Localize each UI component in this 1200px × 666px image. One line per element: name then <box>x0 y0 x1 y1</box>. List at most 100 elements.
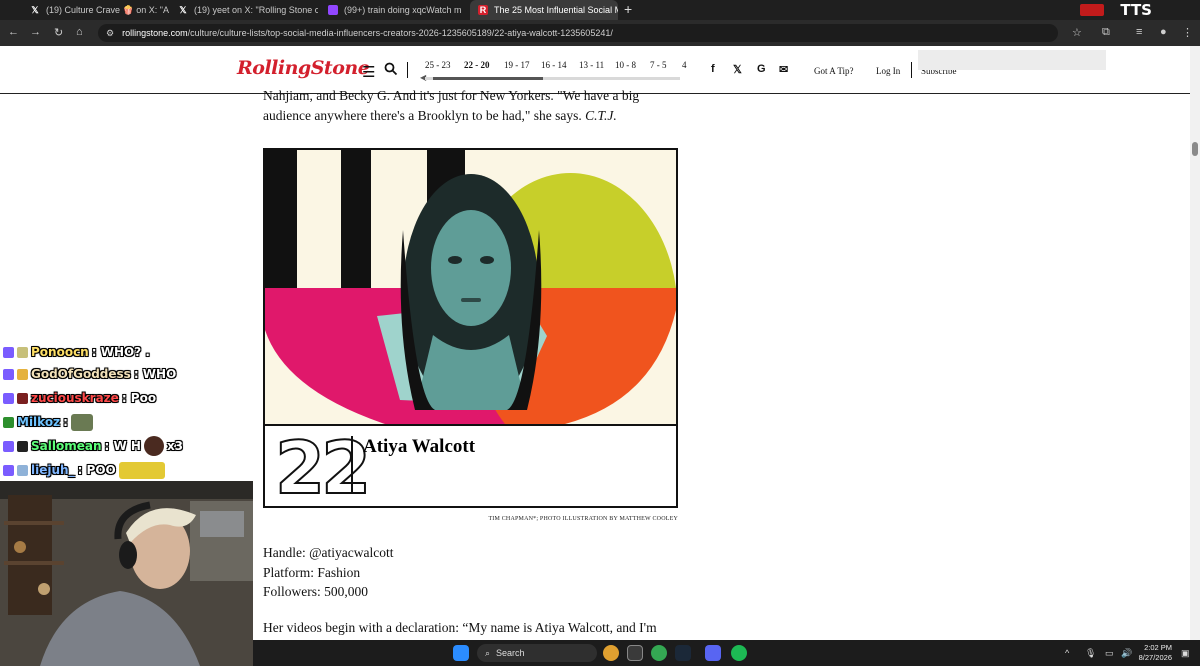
discord-icon[interactable] <box>705 645 721 661</box>
got-a-tip-link[interactable]: Got A Tip? <box>814 66 854 76</box>
browser-tab-rolling-stone[interactable]: R The 25 Most Influential Social M ✕ <box>470 0 618 20</box>
profile-avatar-icon[interactable]: ● <box>1160 26 1167 38</box>
steam-icon[interactable] <box>675 645 691 661</box>
url-host: rollingstone.com <box>122 28 188 38</box>
influencer-name: Atiya Walcott <box>363 436 476 457</box>
ad-placeholder <box>918 50 1106 70</box>
photo-illustration[interactable] <box>265 150 676 424</box>
log-in-link[interactable]: Log In <box>876 66 900 76</box>
x-logo-icon[interactable]: 𝕏 <box>733 63 742 76</box>
followers-line: Followers: 500,000 <box>263 584 369 599</box>
url-path: /culture/culture-lists/top-social-media-… <box>187 28 613 38</box>
forward-arrow-icon[interactable]: → <box>30 26 41 38</box>
extensions-icon[interactable]: ⧉ <box>1102 26 1110 39</box>
range-item[interactable]: 4 <box>682 60 687 70</box>
chat-emote-icon <box>70 413 93 431</box>
rolling-stone-icon: R <box>478 5 488 15</box>
back-arrow-icon[interactable]: ← <box>8 26 19 38</box>
chat-message: liejuh_: POO <box>3 460 165 480</box>
range-item[interactable]: 13 - 11 <box>579 60 604 70</box>
article-paragraph: Her videos begin with a declaration: “My… <box>263 620 657 635</box>
browser-tab-culture-crave[interactable]: 𝕏 (19) Culture Crave 🍿 on X: "A ✕ <box>22 0 170 20</box>
widgets-icon[interactable] <box>603 645 619 661</box>
rank-caption: 22 Atiya Walcott <box>265 424 676 510</box>
new-tab-button[interactable]: + <box>624 1 632 17</box>
page-scrollbar[interactable] <box>1190 46 1200 640</box>
search-icon: ⌕ <box>485 647 491 658</box>
streamer-webcam <box>0 481 253 666</box>
browser-toolbar: ← → ↻ ⌂ ⚙ rollingstone.com/culture/cultu… <box>0 20 1200 46</box>
microphone-icon[interactable]: 🎙 <box>1085 648 1096 659</box>
close-tab-icon[interactable]: ✕ <box>467 5 468 16</box>
search-icon[interactable] <box>384 62 398 76</box>
chat-badge-icon <box>17 464 28 476</box>
home-icon[interactable]: ⌂ <box>76 26 83 38</box>
chat-badge-icon <box>3 440 14 452</box>
chat-message: GodOfGoddess: WHO <box>3 364 176 384</box>
range-item[interactable]: 25 - 23 <box>425 60 451 70</box>
notification-icon[interactable]: ▣ <box>1181 648 1190 659</box>
twitch-icon <box>328 5 338 15</box>
chat-badge-icon <box>3 346 14 358</box>
chat-emote-icon <box>118 461 165 479</box>
tray-chevron-icon[interactable]: ^ <box>1065 648 1069 658</box>
page-scrollbar-thumb[interactable] <box>1192 142 1198 156</box>
menu-kebab-icon[interactable]: ⋮ <box>1182 26 1193 39</box>
rolling-stone-logo[interactable]: RollingStone <box>237 57 370 79</box>
chat-badge-icon <box>3 464 14 476</box>
windows-taskbar: ⌕ Search ^ 🎙 ▭ 🔊 2:02 PM 8/27/2026 ▣ <box>253 640 1200 666</box>
range-item-active[interactable]: 22 - 20 <box>464 60 490 70</box>
handle-line: Handle: @atiyacwalcott <box>263 545 394 560</box>
chrome-icon[interactable] <box>651 645 667 661</box>
google-icon[interactable]: G <box>757 63 766 75</box>
facebook-icon[interactable]: f <box>711 63 715 75</box>
chat-message: Milkoz: <box>3 412 93 432</box>
range-item[interactable]: 10 - 8 <box>615 60 636 70</box>
chat-emote-icon <box>143 436 164 456</box>
network-icon[interactable]: ▭ <box>1105 648 1114 659</box>
photo-credit: TIM CHAPMAN*; PHOTO ILLUSTRATION BY MATT… <box>488 516 678 522</box>
header-divider <box>911 62 912 78</box>
playlist-icon[interactable]: ≡ <box>1136 26 1142 38</box>
volume-icon[interactable]: 🔊 <box>1121 648 1132 659</box>
task-view-icon[interactable] <box>627 645 643 661</box>
chat-message: Sallomean: W H x3 <box>3 436 183 456</box>
chat-badge-icon <box>17 368 28 380</box>
x-logo-icon: 𝕏 <box>31 4 39 15</box>
x-logo-icon: 𝕏 <box>179 4 187 15</box>
chat-badge-icon <box>3 392 14 404</box>
hamburger-menu-icon[interactable]: ☰ <box>362 63 375 81</box>
browser-tab-yeet[interactable]: 𝕏 (19) yeet on X: "Rolling Stone c ✕ <box>170 0 318 20</box>
reload-icon[interactable]: ↻ <box>54 26 63 39</box>
browser-tab-bar: 𝕏 (19) Culture Crave 🍿 on X: "A ✕ 𝕏 (19)… <box>0 0 1200 20</box>
influencer-figure: 22 Atiya Walcott <box>263 148 678 508</box>
range-item[interactable]: 7 - 5 <box>650 60 667 70</box>
email-icon[interactable]: ✉ <box>779 63 788 76</box>
chat-badge-icon <box>17 392 28 404</box>
tts-label: TTS <box>1120 1 1152 19</box>
range-scroll-thumb[interactable] <box>433 77 543 80</box>
chat-badge-icon <box>17 440 28 452</box>
windows-start-icon[interactable] <box>453 645 469 661</box>
rank-divider <box>351 436 353 494</box>
chat-message: Ponoocn: WHO? . <box>3 342 150 362</box>
chat-badge-icon <box>3 416 14 428</box>
site-info-icon[interactable]: ⚙ <box>106 28 114 39</box>
chat-badge-icon <box>3 368 14 380</box>
browser-tab-twitch[interactable]: (99+) train doing xqcWatch m ✕ <box>320 0 468 20</box>
range-item[interactable]: 19 - 17 <box>504 60 530 70</box>
tts-indicator-icon <box>1080 4 1104 16</box>
platform-line: Platform: Fashion <box>263 564 361 580</box>
rank-number: 22 <box>274 426 372 510</box>
author-initials: C.T.J. <box>585 108 617 123</box>
range-item[interactable]: 16 - 14 <box>541 60 567 70</box>
address-bar[interactable]: ⚙ rollingstone.com/culture/culture-lists… <box>98 24 1058 42</box>
header-divider <box>407 62 408 78</box>
spotify-icon[interactable] <box>731 645 747 661</box>
taskbar-clock[interactable]: 2:02 PM 8/27/2026 <box>1139 643 1172 663</box>
bookmark-star-icon[interactable]: ☆ <box>1072 26 1082 39</box>
taskbar-search[interactable]: ⌕ Search <box>477 644 597 662</box>
article-paragraph: Nahjiam, and Becky G. And it's just for … <box>263 88 640 123</box>
chat-badge-icon <box>17 346 28 358</box>
influencer-facts: Handle: @atiyacwalcott Platform: Fashion… <box>263 543 394 602</box>
